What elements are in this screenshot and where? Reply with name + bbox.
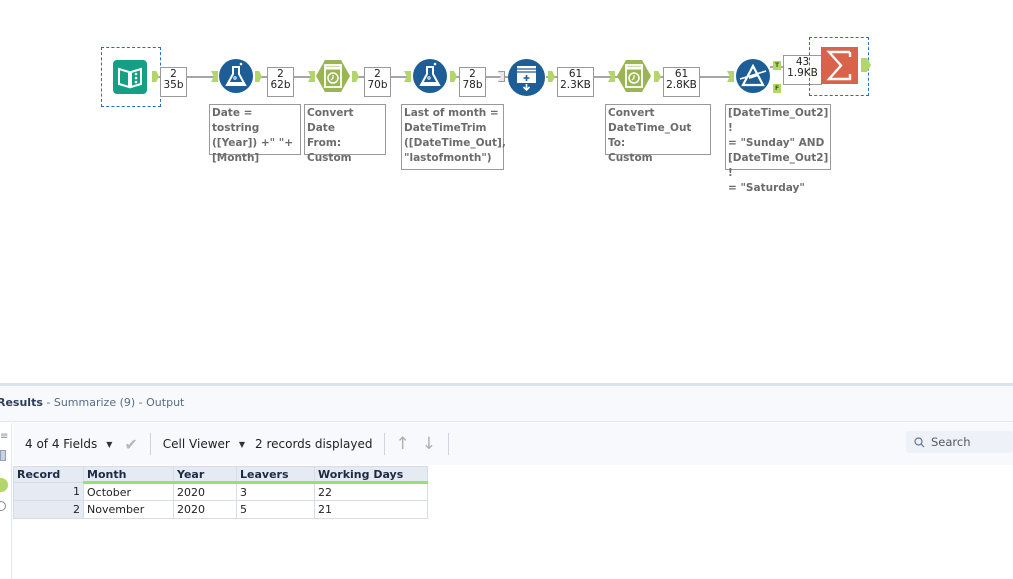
tool-annotation: Convert Date From: Custom (304, 104, 386, 164)
table-view-icon[interactable] (0, 450, 6, 461)
record-size-value: 62b (270, 79, 291, 91)
anchor-indicator-icon[interactable] (0, 478, 8, 492)
results-header: Results - Summarize (9) - Output (0, 386, 1013, 422)
record-number: 2 (13, 500, 84, 519)
table-row[interactable]: 1 October 2020 3 22 (13, 482, 428, 501)
menu-icon[interactable]: ≡ (0, 431, 8, 442)
record-size-value: 35b (163, 79, 184, 91)
table-cell[interactable]: 5 (236, 500, 315, 519)
column-header[interactable]: Working Days (314, 466, 428, 484)
history-icon[interactable] (0, 501, 6, 511)
chevron-down-icon: ▼ (106, 439, 113, 449)
column-header[interactable]: Leavers (236, 466, 315, 484)
tool-annotation: [DateTime_Out2] ! = "Sunday" AND [DateTi… (725, 104, 831, 194)
record-size-value: 2.8KB (666, 79, 697, 91)
divider (149, 433, 151, 455)
generate-rows-tool[interactable] (508, 59, 545, 96)
output-anchor[interactable] (352, 71, 359, 82)
tool-annotation: Date = tostring ([Year]) +" "+ [Month] (209, 104, 301, 164)
summarize-tool[interactable] (821, 47, 858, 84)
output-anchor[interactable] (548, 71, 555, 82)
record-count: 2 78b (459, 67, 486, 97)
alteryx-window: 2 35b 2 62b Date = tostring ([Year]) +" "+… (0, 0, 1013, 579)
formula-tool-1[interactable] (219, 59, 253, 93)
fields-label: 4 of 4 Fields (25, 437, 98, 451)
record-count: 61 2.8KB (663, 67, 700, 97)
chevron-down-icon: ▼ (238, 439, 245, 449)
record-count: 2 70b (364, 67, 391, 97)
table-cell[interactable]: November (83, 500, 174, 519)
divider (384, 433, 386, 455)
cell-viewer-label: Cell Viewer (162, 437, 230, 451)
record-count: 2 35b (160, 67, 187, 97)
record-size-value: 2.3KB (560, 79, 591, 91)
output-anchor[interactable] (255, 71, 262, 82)
table-cell[interactable]: 2020 (173, 500, 237, 519)
record-number: 1 (13, 482, 84, 501)
formula-tool-2[interactable] (413, 59, 447, 93)
record-count: 61 2.3KB (557, 67, 594, 97)
column-header[interactable]: Year (173, 466, 237, 484)
true-anchor[interactable]: T (773, 61, 781, 70)
results-toolbar: 4 of 4 Fields ▼ ✔ Cell Viewer ▼ 2 record… (13, 423, 1013, 465)
results-title: Results (0, 396, 43, 409)
datetime-tool-1[interactable] (316, 59, 350, 93)
output-anchor[interactable] (654, 71, 661, 82)
table-header-row: Record Month Year Leavers Working Days (13, 466, 428, 484)
datetime-tool-2[interactable] (617, 59, 651, 93)
table-cell[interactable]: 21 (314, 500, 428, 519)
table-cell[interactable]: 3 (236, 482, 315, 501)
sigma-icon (821, 47, 858, 84)
filter-icon (736, 59, 770, 93)
record-count: 2 62b (267, 67, 294, 97)
record-size-value: 70b (367, 79, 388, 91)
divider (447, 433, 449, 455)
tool-annotation: Last of month = DateTimeTrim ([DateTime_… (401, 104, 506, 170)
tool-annotation: Convert DateTime_Out To: Custom (605, 104, 711, 164)
results-subtitle: - Summarize (9) - Output (42, 396, 185, 409)
results-panel: Results - Summarize (9) - Output ≡ 4 of … (0, 383, 1013, 579)
fields-dropdown[interactable]: 4 of 4 Fields ▼ (25, 437, 112, 451)
results-table: Record Month Year Leavers Working Days 1… (13, 466, 428, 519)
search-placeholder: Search (931, 435, 971, 449)
table-cell[interactable]: October (83, 482, 174, 501)
filter-tool[interactable] (736, 59, 770, 93)
clock-icon (316, 60, 350, 92)
table-cell[interactable]: 22 (314, 482, 428, 501)
column-header[interactable]: Record (13, 466, 84, 483)
column-header[interactable]: Month (83, 466, 174, 484)
apply-check-icon[interactable]: ✔ (124, 435, 137, 454)
output-anchor[interactable] (861, 58, 871, 72)
input-data-tool[interactable] (113, 60, 147, 94)
book-icon (113, 60, 147, 94)
search-input[interactable]: Search (906, 431, 1013, 453)
false-anchor[interactable]: F (773, 84, 781, 93)
record-size-value: 78b (462, 79, 483, 91)
cell-viewer-dropdown[interactable]: Cell Viewer ▼ (163, 437, 245, 451)
table-cell[interactable]: 2020 (173, 482, 237, 501)
records-displayed: 2 records displayed (255, 437, 373, 451)
flask-icon (219, 59, 253, 93)
search-icon (914, 436, 925, 447)
output-anchor[interactable] (450, 71, 457, 82)
clock-icon (617, 60, 651, 92)
table-row[interactable]: 2 November 2020 5 21 (13, 500, 428, 519)
workflow-canvas[interactable]: 2 35b 2 62b Date = tostring ([Year]) +" "+… (0, 0, 1013, 383)
generate-rows-icon (508, 59, 545, 96)
arrow-down-icon[interactable]: ↓ (422, 434, 436, 454)
results-side-strip: ≡ (0, 423, 12, 579)
flask-icon (413, 59, 447, 93)
arrow-up-icon[interactable]: ↑ (395, 434, 409, 454)
